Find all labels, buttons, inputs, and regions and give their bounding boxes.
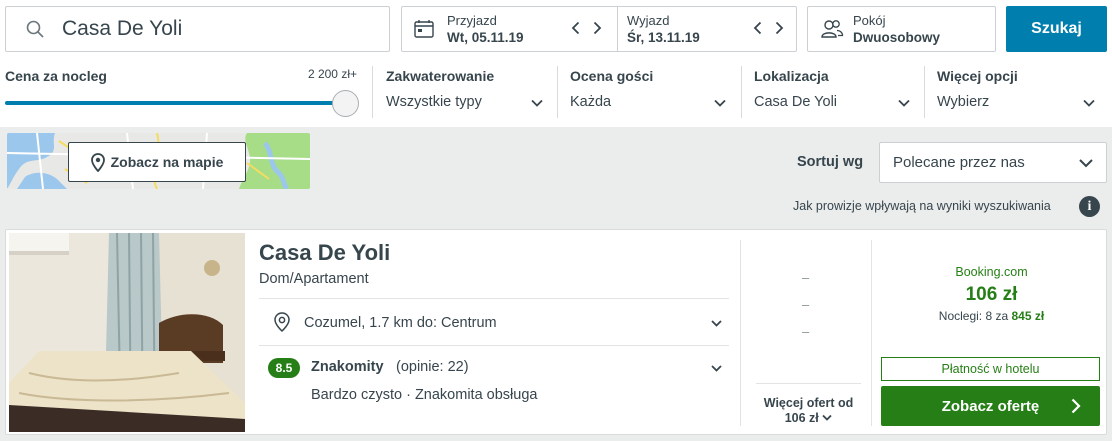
rating-tags: Bardzo czysto · Znakomita obsługa [311, 387, 538, 403]
offer-provider[interactable]: Booking.com [881, 265, 1102, 279]
location-row[interactable]: Cozumel, 1.7 km do: Centrum [274, 310, 724, 336]
chevron-right-icon [1071, 398, 1081, 414]
hotel-type: Dom/Apartament [259, 271, 369, 287]
search-query: Casa De Yoli [62, 17, 183, 40]
map-preview[interactable]: Zobacz na mapie [7, 133, 310, 189]
guest-rating-filter[interactable]: Ocena gości Każda [570, 66, 730, 116]
checkin-label: Przyjazd [447, 13, 497, 28]
more-options-value: Wybierz [937, 94, 990, 110]
location-filter[interactable]: Lokalizacja Casa De Yoli [754, 66, 914, 116]
guest-rating-value: Każda [570, 94, 612, 110]
chevron-down-icon [711, 365, 722, 372]
nights-text: Noclegi: 8 za [938, 309, 1009, 323]
chevron-left-icon[interactable] [568, 18, 582, 38]
chevron-down-icon [714, 99, 726, 107]
hotel-result-card: Casa De Yoli Dom/Apartament Cozumel, 1.7… [5, 229, 1107, 435]
filter-divider [557, 66, 558, 118]
card-column-divider [740, 240, 741, 426]
location-distance: Cozumel, 1.7 km do: Centrum [304, 315, 497, 331]
chevron-right-icon[interactable] [772, 18, 786, 38]
accommodation-value: Wszystkie typy [386, 94, 482, 110]
more-offers-divider [756, 383, 861, 384]
rating-score-badge: 8.5 [268, 358, 300, 378]
filter-divider [924, 66, 925, 118]
search-button[interactable]: Szukaj [1006, 6, 1107, 52]
checkin-field[interactable]: Przyjazd Wt, 05.11.19 [402, 7, 616, 51]
price-slider-track[interactable] [5, 101, 335, 105]
price-max-value: 2 200 zł+ [307, 67, 357, 81]
search-input[interactable]: Casa De Yoli [5, 6, 390, 52]
nights-summary: Noclegi: 8 za 845 zł [881, 309, 1102, 323]
chevron-down-icon [1079, 159, 1093, 168]
more-options-filter[interactable]: Więcej opcji Wybierz [937, 66, 1099, 116]
map-pin-icon [90, 152, 105, 172]
search-header: Casa De Yoli Przyjazd Wt, 05.11.19 Wyjaz… [0, 0, 1112, 127]
calendar-icon [414, 20, 434, 38]
card-divider [259, 345, 729, 346]
empty-offer-placeholder: – [802, 270, 810, 285]
checkin-value: Wt, 05.11.19 [447, 30, 524, 45]
chevron-down-icon [822, 414, 832, 421]
chevron-down-icon [898, 99, 910, 107]
location-label: Lokalizacja [754, 68, 829, 84]
view-offer-label: Zobacz ofertę [941, 397, 1040, 415]
rating-count: (opinie: 22) [396, 359, 469, 375]
chevron-left-icon[interactable] [750, 18, 764, 38]
more-offers-price-row: 106 zł [756, 411, 861, 426]
price-filter: Cena za nocleg 2 200 zł+ [5, 66, 360, 117]
hotel-photo-image [9, 233, 245, 432]
accommodation-label: Zakwaterowanie [386, 68, 495, 84]
map-pin-icon [274, 312, 290, 332]
price-filter-label: Cena za nocleg [5, 68, 107, 84]
chevron-right-icon[interactable] [590, 18, 604, 38]
empty-offer-placeholder: – [802, 297, 810, 312]
info-icon[interactable]: i [1079, 196, 1100, 217]
sort-dropdown[interactable]: Polecane przez nas [879, 142, 1107, 183]
show-on-map-label: Zobacz na mapie [110, 154, 224, 170]
hotel-name-link[interactable]: Casa De Yoli [259, 240, 390, 266]
rating-row[interactable]: 8.5 Znakomity (opinie: 22) [268, 357, 728, 383]
guest-rating-label: Ocena gości [570, 68, 654, 84]
more-offers-link[interactable]: Więcej ofert od 106 zł [756, 396, 861, 426]
checkout-value: Śr, 13.11.19 [627, 30, 700, 45]
empty-offer-placeholder: – [802, 324, 810, 339]
sort-value: Polecane przez nas [893, 154, 1025, 171]
search-icon [26, 20, 44, 38]
commission-note-link[interactable]: Jak prowizje wpływają na wyniki wyszukiw… [793, 199, 1051, 213]
more-offers-price: 106 zł [784, 411, 819, 425]
date-picker: Przyjazd Wt, 05.11.19 Wyjazd Śr, 13.11.1… [401, 6, 797, 52]
room-value: Dwuosobowy [853, 30, 940, 45]
card-column-divider [871, 240, 872, 426]
view-offer-button[interactable]: Zobacz ofertę [881, 386, 1100, 426]
filter-divider [372, 66, 373, 118]
hotel-photo[interactable] [9, 233, 245, 432]
sort-label: Sortuj wg [797, 154, 864, 170]
room-label: Pokój [853, 13, 886, 28]
show-on-map-button[interactable]: Zobacz na mapie [68, 142, 246, 182]
chevron-down-icon [711, 320, 722, 327]
pay-at-hotel-badge: Płatność w hotelu [881, 357, 1100, 381]
more-options-label: Więcej opcji [937, 68, 1018, 84]
room-selector[interactable]: Pokój Dwuosobowy [807, 6, 996, 52]
checkout-field[interactable]: Wyjazd Śr, 13.11.19 [617, 7, 796, 51]
offer-price[interactable]: 106 zł [881, 284, 1102, 306]
filter-divider [741, 66, 742, 118]
chevron-down-icon [531, 99, 543, 107]
chevron-down-icon [1083, 99, 1095, 107]
card-divider [259, 298, 729, 299]
rating-word: Znakomity [311, 359, 384, 375]
location-value: Casa De Yoli [754, 94, 838, 110]
accommodation-filter[interactable]: Zakwaterowanie Wszystkie typy [386, 66, 546, 116]
price-slider-handle[interactable] [332, 90, 359, 117]
more-offers-label: Więcej ofert od [763, 396, 854, 410]
checkout-label: Wyjazd [627, 13, 670, 28]
users-icon [821, 20, 844, 38]
nights-total: 845 zł [1011, 309, 1045, 323]
